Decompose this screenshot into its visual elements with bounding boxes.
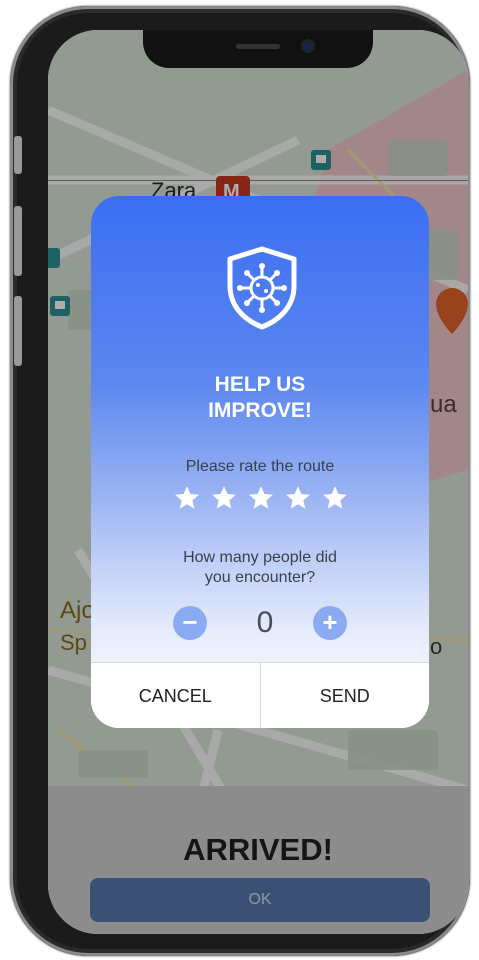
people-label-line2: you encounter? — [204, 569, 316, 586]
plus-icon[interactable]: + — [313, 606, 347, 640]
rate-route-label: Please rate the route — [185, 458, 335, 475]
dialog-title-line1: HELP US — [214, 373, 306, 396]
arrived-message: ARRIVED! — [183, 832, 333, 867]
phone-frame: Zara M Ajo Sp ua o ARRIVED! OK HELP US I… — [10, 6, 470, 956]
speaker-grille — [236, 44, 280, 49]
virus-shield-icon — [227, 246, 297, 330]
front-camera — [303, 41, 313, 51]
volume-down-button — [14, 296, 22, 366]
star-rating — [173, 484, 349, 520]
mute-switch — [14, 136, 22, 174]
dialog-title: HELP US IMPROVE! — [91, 372, 429, 424]
star-icon[interactable] — [210, 484, 238, 512]
phone-notch — [143, 30, 373, 68]
dialog-title-line2: IMPROVE! — [208, 399, 312, 422]
people-encountered-label: How many people did you encounter? — [91, 548, 429, 588]
star-icon[interactable] — [247, 484, 275, 512]
star-icon[interactable] — [284, 484, 312, 512]
dialog-actions: CANCEL SEND — [91, 662, 429, 728]
minus-icon[interactable]: − — [173, 606, 207, 640]
ok-button[interactable]: OK — [90, 878, 430, 922]
volume-up-button — [14, 206, 22, 276]
star-icon[interactable] — [173, 484, 201, 512]
cancel-button[interactable]: CANCEL — [91, 663, 260, 728]
people-counter: − 0 + — [173, 604, 347, 640]
phone-screen: Zara M Ajo Sp ua o ARRIVED! OK HELP US I… — [48, 30, 468, 934]
send-button[interactable]: SEND — [261, 663, 430, 728]
people-count: 0 — [256, 606, 274, 639]
people-label-line1: How many people did — [183, 549, 337, 566]
feedback-dialog: HELP US IMPROVE! Please rate the route H… — [91, 196, 429, 728]
arrival-panel: ARRIVED! OK — [48, 786, 468, 934]
star-icon[interactable] — [321, 484, 349, 512]
